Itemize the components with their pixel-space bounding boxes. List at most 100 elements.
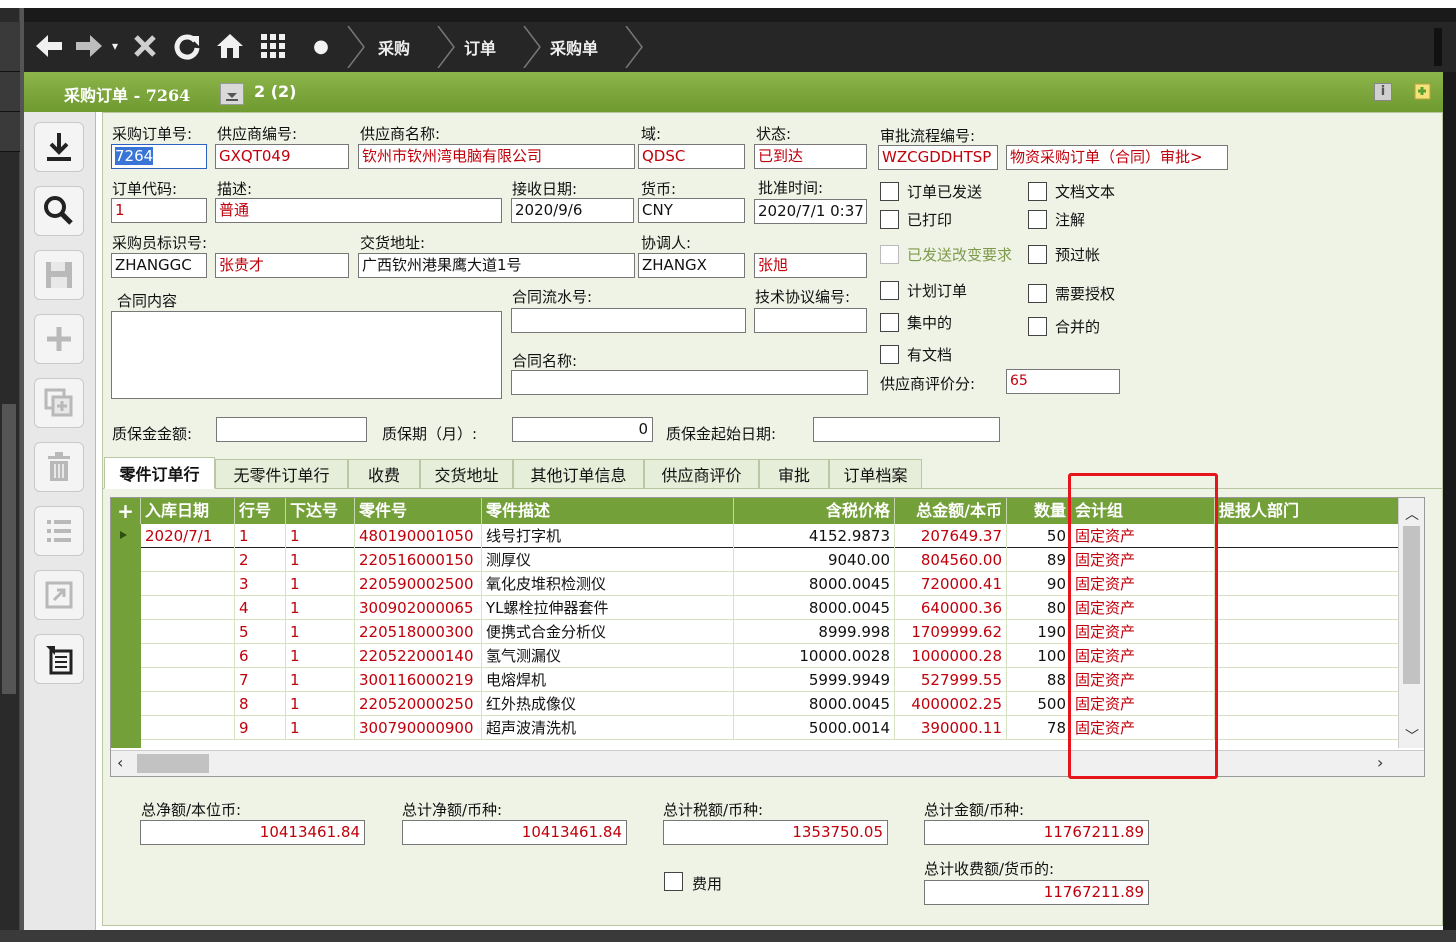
report-icon[interactable] bbox=[34, 634, 84, 684]
expense-checkbox[interactable] bbox=[664, 872, 683, 891]
cell-qty[interactable]: 190 bbox=[1007, 620, 1071, 644]
cell-qty[interactable]: 78 bbox=[1007, 716, 1071, 740]
approval-flow-code-field[interactable]: WZCGDDHTSP bbox=[878, 145, 998, 170]
cell-release-no[interactable]: 1 bbox=[286, 692, 355, 716]
download-icon[interactable] bbox=[34, 122, 84, 172]
warranty-start-field[interactable] bbox=[813, 417, 1000, 442]
breadcrumb-item[interactable]: 采购单 bbox=[550, 30, 598, 64]
cell-price[interactable]: 5000.0014 bbox=[734, 716, 895, 740]
cell-release-no[interactable]: 1 bbox=[286, 596, 355, 620]
buyer-id-field[interactable]: ZHANGGC bbox=[111, 253, 207, 278]
note-icon[interactable] bbox=[1412, 81, 1434, 103]
cell-price[interactable]: 8000.0045 bbox=[734, 572, 895, 596]
cell-qty[interactable]: 50 bbox=[1007, 524, 1071, 548]
cell-receive-date[interactable] bbox=[141, 668, 235, 692]
refresh-icon[interactable] bbox=[170, 28, 204, 64]
cell-price[interactable]: 10000.0028 bbox=[734, 644, 895, 668]
cell-part-desc[interactable]: 便携式合金分析仪 bbox=[482, 620, 734, 644]
currency-field[interactable]: CNY bbox=[638, 198, 745, 223]
cell-price[interactable]: 5999.9949 bbox=[734, 668, 895, 692]
cell-part-desc[interactable]: 测厚仪 bbox=[482, 548, 734, 572]
left-scroll-thumb[interactable] bbox=[2, 404, 16, 694]
domain-field[interactable]: QDSC bbox=[638, 144, 745, 169]
net-local-field[interactable]: 10413461.84 bbox=[140, 820, 365, 845]
cell-receive-date[interactable]: 2020/7/1 bbox=[141, 524, 235, 548]
cell-part-desc[interactable]: 氢气测漏仪 bbox=[482, 644, 734, 668]
horizontal-scrollbar[interactable]: ‹ › bbox=[111, 750, 1424, 776]
change-request-checkbox[interactable] bbox=[880, 245, 899, 264]
buyer-name-field[interactable]: 张贵才 bbox=[215, 253, 349, 278]
cell-part-no[interactable]: 220520000250 bbox=[355, 692, 482, 716]
cell-release-no[interactable]: 1 bbox=[286, 620, 355, 644]
tax-field[interactable]: 1353750.05 bbox=[663, 820, 888, 845]
cell-price[interactable]: 4152.9873 bbox=[734, 524, 895, 548]
cell-part-desc[interactable]: 氧化皮堆积检测仪 bbox=[482, 572, 734, 596]
forward-arrow-icon[interactable] bbox=[72, 28, 106, 64]
cell-receive-date[interactable] bbox=[141, 572, 235, 596]
cell-total[interactable]: 207649.37 bbox=[895, 524, 1007, 548]
expand-icon[interactable] bbox=[34, 570, 84, 620]
tab-order-archive[interactable]: 订单档案 bbox=[829, 459, 922, 489]
tab-charges[interactable]: 收费 bbox=[348, 459, 420, 489]
breadcrumb-item[interactable]: 订单 bbox=[464, 30, 496, 64]
cell-receive-date[interactable] bbox=[141, 596, 235, 620]
cell-line-no[interactable]: 4 bbox=[235, 596, 286, 620]
cell-part-no[interactable]: 300902000065 bbox=[355, 596, 482, 620]
cell-price[interactable]: 9040.00 bbox=[734, 548, 895, 572]
cell-release-no[interactable]: 1 bbox=[286, 668, 355, 692]
warranty-period-field[interactable]: 0 bbox=[512, 417, 653, 442]
col-release-no[interactable]: 下达号 bbox=[286, 498, 355, 524]
cell-receive-date[interactable] bbox=[141, 692, 235, 716]
cell-price[interactable]: 8999.998 bbox=[734, 620, 895, 644]
planned-order-checkbox[interactable] bbox=[880, 281, 899, 300]
cell-total[interactable]: 390000.11 bbox=[895, 716, 1007, 740]
net-currency-field[interactable]: 10413461.84 bbox=[402, 820, 627, 845]
cell-total[interactable]: 4000002.25 bbox=[895, 692, 1007, 716]
supplier-code-field[interactable]: GXQT049 bbox=[215, 144, 349, 169]
printed-checkbox[interactable] bbox=[880, 210, 899, 229]
cell-qty[interactable]: 88 bbox=[1007, 668, 1071, 692]
cell-price[interactable]: 8000.0045 bbox=[734, 596, 895, 620]
add-icon[interactable] bbox=[34, 314, 84, 364]
contract-content-textarea[interactable] bbox=[111, 311, 502, 399]
cell-line-no[interactable]: 9 bbox=[235, 716, 286, 740]
cell-total[interactable]: 640000.36 bbox=[895, 596, 1007, 620]
po-number-field[interactable]: 7264 bbox=[111, 144, 207, 169]
supplier-name-field[interactable]: 钦州市钦州湾电脑有限公司 bbox=[358, 144, 635, 169]
supplier-score-field[interactable]: 65 bbox=[1006, 369, 1120, 394]
scroll-left-icon[interactable]: ‹ bbox=[117, 753, 123, 772]
cell-release-no[interactable]: 1 bbox=[286, 548, 355, 572]
list-icon[interactable] bbox=[34, 506, 84, 556]
cell-qty[interactable]: 80 bbox=[1007, 596, 1071, 620]
tab-delivery-address[interactable]: 交货地址 bbox=[420, 459, 513, 489]
contract-serial-field[interactable] bbox=[511, 308, 746, 333]
col-receive-date[interactable]: 入库日期 bbox=[141, 498, 235, 524]
search-icon[interactable] bbox=[34, 186, 84, 236]
duplicate-icon[interactable] bbox=[34, 378, 84, 428]
warranty-amount-field[interactable] bbox=[216, 417, 367, 442]
cell-line-no[interactable]: 7 bbox=[235, 668, 286, 692]
save-icon[interactable] bbox=[34, 250, 84, 300]
annotate-checkbox[interactable] bbox=[1028, 210, 1047, 229]
col-part-desc[interactable]: 零件描述 bbox=[482, 498, 734, 524]
cell-part-no[interactable]: 220522000140 bbox=[355, 644, 482, 668]
vertical-scrollbar[interactable]: ︿ ﹀ bbox=[1398, 498, 1424, 748]
tab-supplier-eval[interactable]: 供应商评价 bbox=[644, 459, 759, 489]
doc-text-checkbox[interactable] bbox=[1028, 182, 1047, 201]
cell-release-no[interactable]: 1 bbox=[286, 716, 355, 740]
tab-approval[interactable]: 审批 bbox=[759, 459, 829, 489]
info-icon[interactable]: i bbox=[1374, 83, 1392, 101]
cell-line-no[interactable]: 8 bbox=[235, 692, 286, 716]
cell-receive-date[interactable] bbox=[141, 620, 235, 644]
tab-part-lines[interactable]: 零件订单行 bbox=[104, 457, 215, 489]
cell-part-no[interactable]: 220518000300 bbox=[355, 620, 482, 644]
cell-line-no[interactable]: 3 bbox=[235, 572, 286, 596]
add-row-button[interactable]: + bbox=[111, 498, 141, 524]
cell-part-no[interactable]: 220590002500 bbox=[355, 572, 482, 596]
col-line-no[interactable]: 行号 bbox=[235, 498, 286, 524]
pre-posting-checkbox[interactable] bbox=[1028, 245, 1047, 264]
centralized-checkbox[interactable] bbox=[880, 313, 899, 332]
vertical-scroll-thumb[interactable] bbox=[1403, 526, 1420, 684]
cell-total[interactable]: 1000000.28 bbox=[895, 644, 1007, 668]
cell-line-no[interactable]: 1 bbox=[235, 524, 286, 548]
